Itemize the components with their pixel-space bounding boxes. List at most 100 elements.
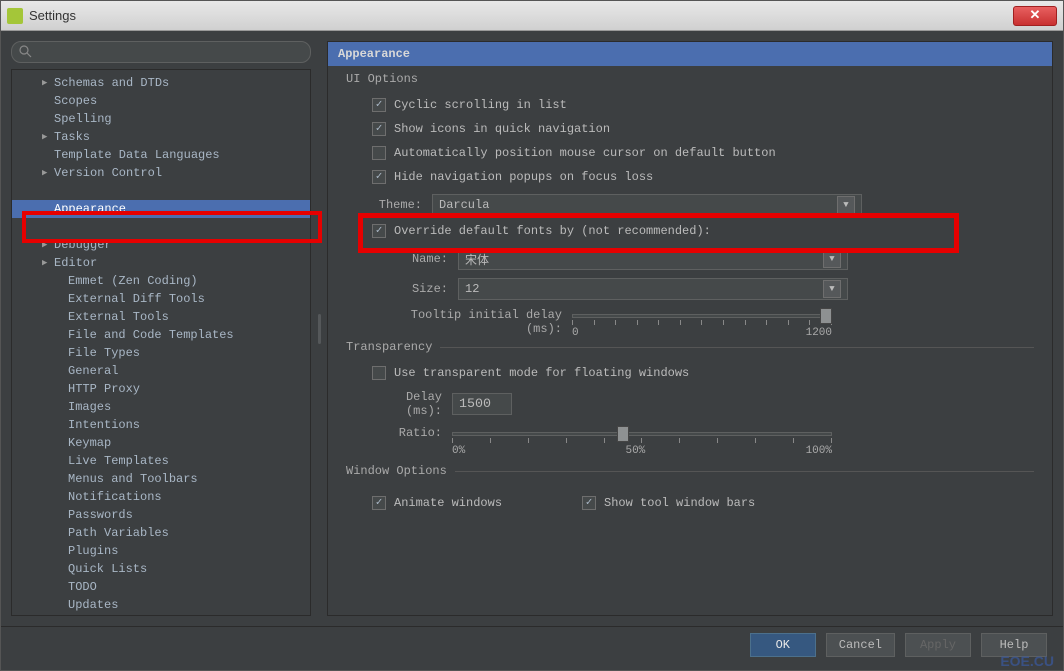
tree-item[interactable]: External Tools — [12, 308, 310, 326]
tree-item[interactable]: Usage Statistics — [12, 614, 310, 616]
font-name-dropdown[interactable]: 宋体 ▼ — [458, 248, 848, 270]
tree-item[interactable] — [12, 182, 310, 200]
override-fonts-row[interactable]: Override default fonts by (not recommend… — [372, 224, 1034, 238]
expand-arrow-icon: ▶ — [42, 78, 54, 88]
tree-item[interactable]: Spelling — [12, 110, 310, 128]
tree-item-label: Updates — [68, 598, 118, 612]
tree-item[interactable]: External Diff Tools — [12, 290, 310, 308]
transparency-title: Transparency — [346, 340, 440, 354]
tree-item[interactable]: Scopes — [12, 92, 310, 110]
delay-row: Delay (ms): — [372, 390, 1034, 418]
cancel-button[interactable]: Cancel — [826, 633, 895, 657]
tree-item[interactable]: Updates — [12, 596, 310, 614]
tree-item[interactable]: Keymap — [12, 434, 310, 452]
tree-item[interactable]: TODO — [12, 578, 310, 596]
search-input[interactable] — [11, 41, 311, 63]
tree-item-label: File and Code Templates — [68, 328, 234, 342]
hide-nav-row[interactable]: Hide navigation popups on focus loss — [372, 170, 1034, 184]
cyclic-scrolling-row[interactable]: Cyclic scrolling in list — [372, 98, 1034, 112]
tree-item-label: Keymap — [68, 436, 111, 450]
tree-item-label: Plugins — [68, 544, 118, 558]
theme-dropdown[interactable]: Darcula ▼ — [432, 194, 862, 216]
animate-windows-label: Animate windows — [394, 496, 502, 510]
tree-item-label: External Diff Tools — [68, 292, 205, 306]
cyclic-scrolling-checkbox[interactable] — [372, 98, 386, 112]
buttons-bar: OK Cancel Apply Help — [1, 626, 1063, 662]
font-name-row: Name: 宋体 ▼ — [398, 248, 1034, 270]
theme-label: Theme: — [372, 198, 422, 212]
tree-item[interactable]: Images — [12, 398, 310, 416]
auto-position-checkbox[interactable] — [372, 146, 386, 160]
tree-item[interactable]: Emmet (Zen Coding) — [12, 272, 310, 290]
tree-item-label: Live Templates — [68, 454, 169, 468]
tree-item[interactable]: Quick Lists — [12, 560, 310, 578]
use-transparent-label: Use transparent mode for floating window… — [394, 366, 689, 380]
close-button[interactable]: ✕ — [1013, 6, 1057, 26]
show-tool-checkbox[interactable] — [582, 496, 596, 510]
tree-item[interactable]: HTTP Proxy — [12, 380, 310, 398]
show-tool-label: Show tool window bars — [604, 496, 755, 510]
settings-window: Settings ✕ ▶Schemas and DTDsScopesSpelli… — [0, 0, 1064, 671]
splitter[interactable] — [317, 41, 321, 616]
override-fonts-checkbox[interactable] — [372, 224, 386, 238]
tree-item[interactable]: ▶Schemas and DTDs — [12, 74, 310, 92]
auto-position-label: Automatically position mouse cursor on d… — [394, 146, 776, 160]
tree-item[interactable]: Live Templates — [12, 452, 310, 470]
animate-windows-checkbox[interactable] — [372, 496, 386, 510]
animate-windows-row[interactable]: Animate windows — [372, 496, 502, 510]
titlebar[interactable]: Settings ✕ — [1, 1, 1063, 31]
tree-item[interactable]: Appearance — [12, 200, 310, 218]
auto-position-row[interactable]: Automatically position mouse cursor on d… — [372, 146, 1034, 160]
show-icons-checkbox[interactable] — [372, 122, 386, 136]
settings-tree[interactable]: ▶Schemas and DTDsScopesSpelling▶TasksTem… — [11, 69, 311, 616]
tooltip-min: 0 — [572, 327, 579, 339]
font-size-dropdown[interactable]: 12 ▼ — [458, 278, 848, 300]
tree-item-label: Scopes — [54, 94, 97, 108]
hide-nav-checkbox[interactable] — [372, 170, 386, 184]
tooltip-max: 1200 — [806, 327, 832, 339]
tree-item[interactable]: File and Code Templates — [12, 326, 310, 344]
help-button[interactable]: Help — [981, 633, 1047, 657]
font-size-label: Size: — [398, 282, 448, 296]
show-icons-row[interactable]: Show icons in quick navigation — [372, 122, 1034, 136]
tree-item[interactable]: Template Data Languages — [12, 146, 310, 164]
tree-item-label: Debugger — [54, 238, 112, 252]
apply-button[interactable]: Apply — [905, 633, 971, 657]
show-tool-row[interactable]: Show tool window bars — [582, 496, 755, 510]
tree-item[interactable] — [12, 218, 310, 236]
tree-item[interactable]: Passwords — [12, 506, 310, 524]
ok-button[interactable]: OK — [750, 633, 816, 657]
ui-options-title: UI Options — [346, 72, 426, 86]
tree-item[interactable]: ▶Tasks — [12, 128, 310, 146]
ratio-min: 0% — [452, 445, 465, 457]
tree-item-label: Tasks — [54, 130, 90, 144]
tree-item[interactable]: Intentions — [12, 416, 310, 434]
tree-item-label: File Types — [68, 346, 140, 360]
override-fonts-label: Override default fonts by (not recommend… — [394, 224, 711, 238]
delay-input[interactable] — [452, 393, 512, 415]
ratio-slider[interactable]: 0% 50% 100% — [452, 426, 832, 457]
tree-item[interactable]: File Types — [12, 344, 310, 362]
use-transparent-row[interactable]: Use transparent mode for floating window… — [372, 366, 1034, 380]
tree-item[interactable]: Path Variables — [12, 524, 310, 542]
tree-item[interactable]: ▶Version Control — [12, 164, 310, 182]
theme-value: Darcula — [439, 198, 489, 212]
tree-item[interactable]: Plugins — [12, 542, 310, 560]
tooltip-delay-slider[interactable]: 0 1200 — [572, 308, 832, 339]
tree-item[interactable]: General — [12, 362, 310, 380]
use-transparent-checkbox[interactable] — [372, 366, 386, 380]
tree-item[interactable]: Menus and Toolbars — [12, 470, 310, 488]
tree-item[interactable]: ▶Debugger — [12, 236, 310, 254]
tree-item-label: TODO — [68, 580, 97, 594]
hide-nav-label: Hide navigation popups on focus loss — [394, 170, 653, 184]
tree-item-label: Schemas and DTDs — [54, 76, 169, 90]
tree-item[interactable]: Notifications — [12, 488, 310, 506]
window-title: Settings — [29, 8, 1013, 23]
tree-item-label: External Tools — [68, 310, 169, 324]
tree-item-label: Menus and Toolbars — [68, 472, 198, 486]
expand-arrow-icon: ▶ — [42, 258, 54, 268]
ratio-row: Ratio: 0% 50% 100% — [372, 426, 1034, 457]
tree-item-label: Spelling — [54, 112, 112, 126]
tree-item-label: General — [68, 364, 118, 378]
tree-item[interactable]: ▶Editor — [12, 254, 310, 272]
